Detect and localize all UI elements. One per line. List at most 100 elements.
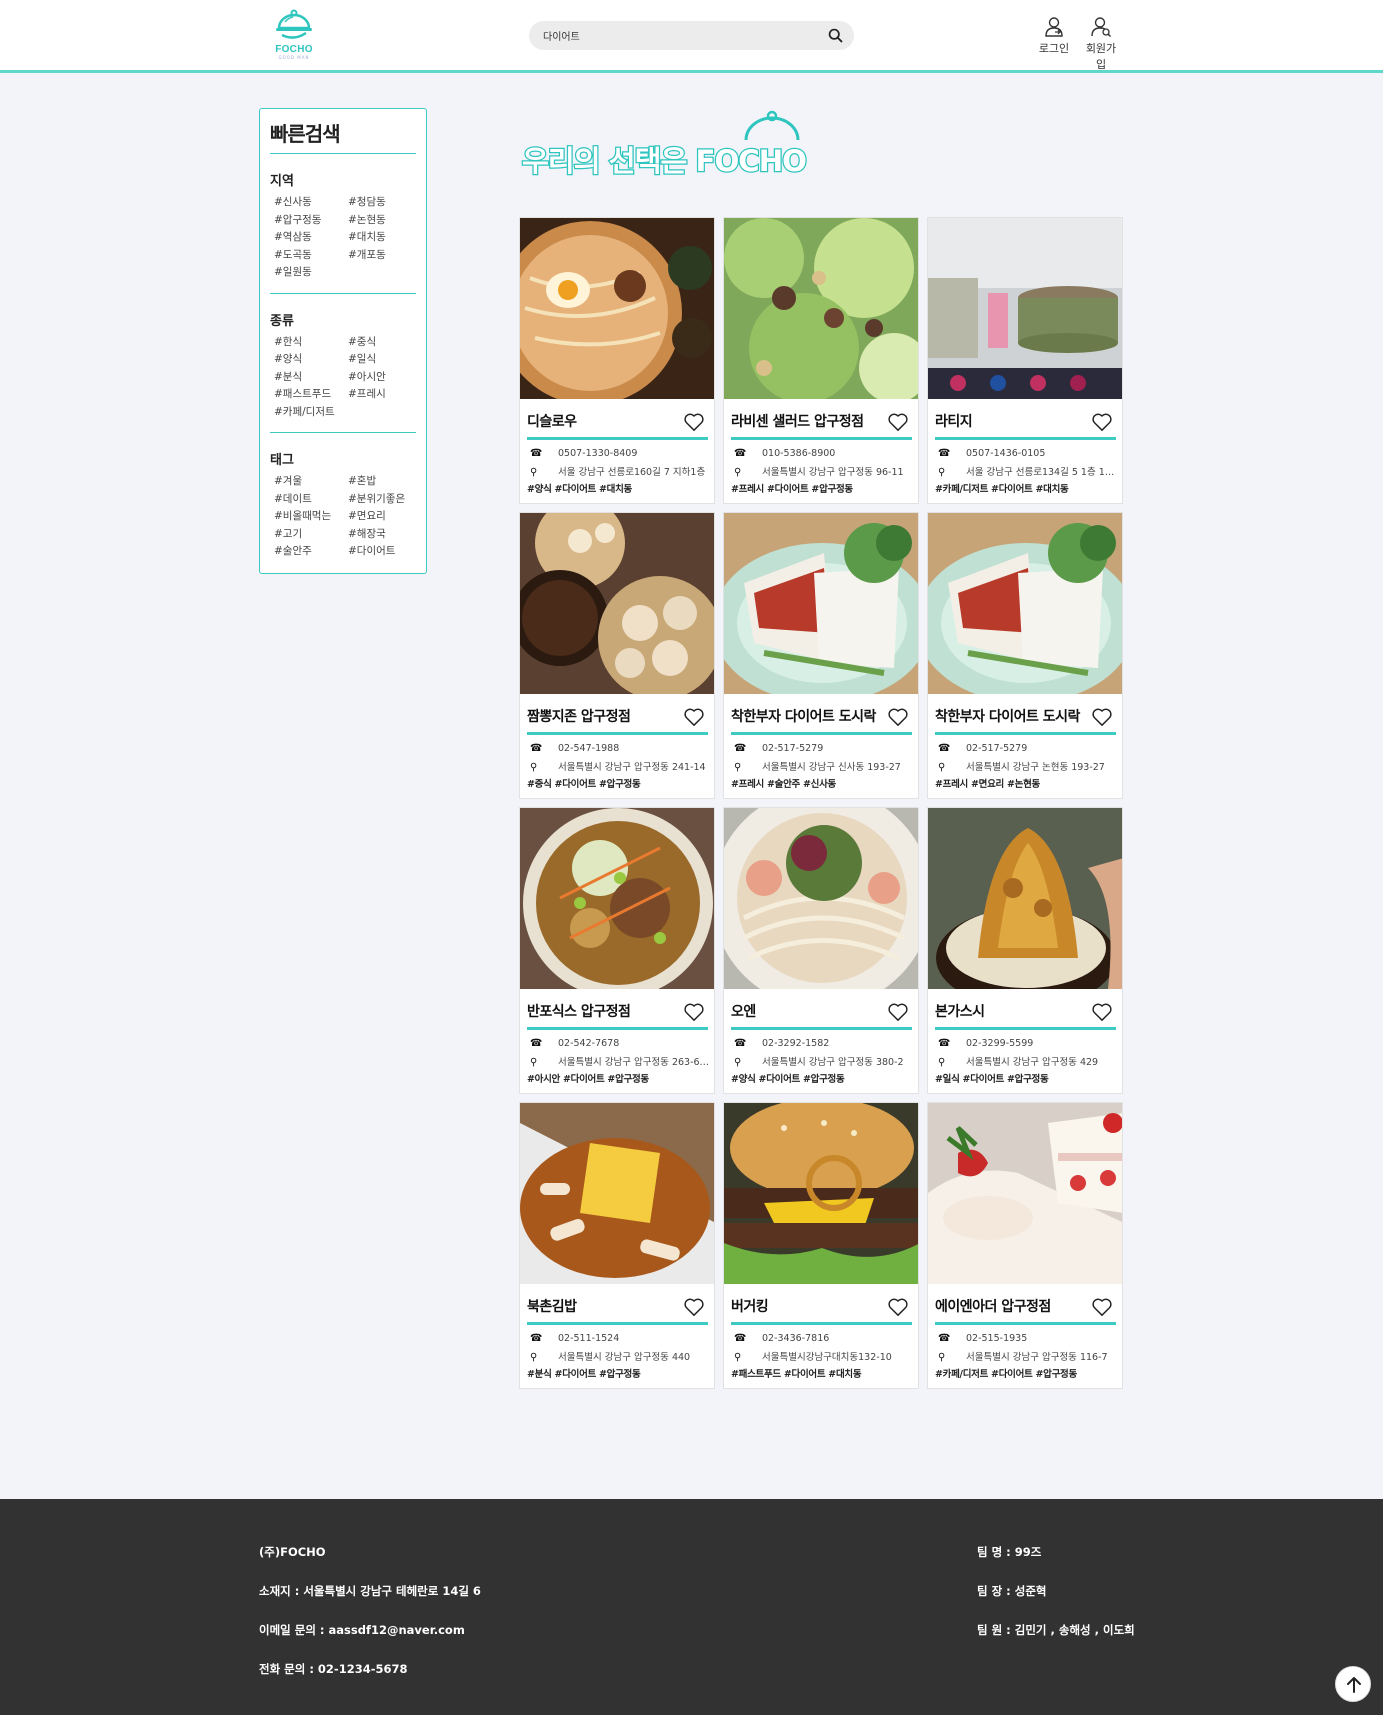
tag-link[interactable]: #다이어트 xyxy=(348,543,422,560)
tag-link[interactable]: #중식 xyxy=(348,334,422,351)
card-divider xyxy=(731,1027,912,1030)
scroll-top-button[interactable] xyxy=(1335,1666,1371,1702)
heart-icon[interactable] xyxy=(683,707,705,727)
restaurant-photo[interactable] xyxy=(724,1103,918,1284)
restaurant-tags: #양식 #다이어트 #대치동 xyxy=(527,484,632,495)
restaurant-name: 버거킹 xyxy=(731,1299,769,1315)
restaurant-card[interactable]: 반포식스 압구정점 ☎ 02-542-7678 ⚲ 서울특별시 강남구 압구정동 2… xyxy=(519,807,715,1094)
restaurant-photo[interactable] xyxy=(928,218,1122,399)
restaurant-address: 서울특별시 강남구 압구정동 241-14 xyxy=(558,762,706,773)
restaurant-phone: 02-3292-1582 xyxy=(762,1038,830,1049)
restaurant-photo[interactable] xyxy=(520,218,714,399)
restaurant-photo[interactable] xyxy=(724,513,918,694)
tag-link[interactable]: #논현동 xyxy=(348,212,422,229)
heart-icon[interactable] xyxy=(1091,1297,1113,1317)
tag-link[interactable]: #개포동 xyxy=(348,247,422,264)
heart-icon[interactable] xyxy=(887,707,909,727)
tag-link[interactable]: #도곡동 xyxy=(274,247,348,264)
tag-link[interactable]: #일원동 xyxy=(274,264,348,281)
tag-link[interactable]: #해장국 xyxy=(348,526,422,543)
restaurant-photo[interactable] xyxy=(928,808,1122,989)
card-divider xyxy=(935,1322,1116,1325)
heart-icon[interactable] xyxy=(683,412,705,432)
tag-link[interactable]: #면요리 xyxy=(348,508,422,525)
restaurant-card[interactable]: 착한부자 다이어트 도시락 ☎ 02-517-5279 ⚲ 서울특별시 강남구 신사… xyxy=(723,512,919,799)
tag-link[interactable]: #청담동 xyxy=(348,194,422,211)
logo-text: FOCHO xyxy=(275,44,313,55)
heart-icon[interactable] xyxy=(887,412,909,432)
restaurant-card[interactable]: 에이엔아더 압구정점 ☎ 02-515-1935 ⚲ 서울특별시 강남구 압구정동 … xyxy=(927,1102,1123,1389)
restaurant-photo[interactable] xyxy=(520,513,714,694)
site-header: FOCHO GOOD MAN 로그인 회원가입 xyxy=(0,0,1383,73)
restaurant-tags: #프레시 #다이어트 #압구정동 xyxy=(731,484,853,495)
group-title: 태그 xyxy=(270,453,294,468)
heart-icon[interactable] xyxy=(683,1002,705,1022)
tag-link[interactable]: #양식 xyxy=(274,351,348,368)
restaurant-tags: #카페/디저트 #다이어트 #압구정동 xyxy=(935,1369,1077,1380)
restaurant-photo[interactable] xyxy=(928,513,1122,694)
phone-icon: ☎ xyxy=(530,1333,543,1344)
tag-link[interactable]: #아시안 xyxy=(348,369,422,386)
tag-link[interactable]: #고기 xyxy=(274,526,348,543)
site-logo[interactable]: FOCHO GOOD MAN xyxy=(270,8,318,66)
restaurant-card[interactable]: 라티지 ☎ 0507-1436-0105 ⚲ 서울 강남구 선릉로134길 5 1층… xyxy=(927,217,1123,504)
restaurant-phone: 02-511-1524 xyxy=(558,1333,620,1344)
restaurant-address: 서울특별시강남구대치동132-10 xyxy=(762,1352,892,1363)
restaurant-phone: 0507-1436-0105 xyxy=(966,448,1046,459)
heart-icon[interactable] xyxy=(1091,1002,1113,1022)
restaurant-name: 라티지 xyxy=(935,414,973,430)
tag-link[interactable]: #역삼동 xyxy=(274,229,348,246)
restaurant-card[interactable]: 본가스시 ☎ 02-3299-5599 ⚲ 서울특별시 강남구 압구정동 429 #… xyxy=(927,807,1123,1094)
footer-team-members: 팀 원 : 김민기 , 송해성 , 이도희 xyxy=(977,1623,1135,1637)
tag-link[interactable]: #술안주 xyxy=(274,543,348,560)
heart-icon[interactable] xyxy=(1091,412,1113,432)
card-divider xyxy=(731,1322,912,1325)
heart-icon[interactable] xyxy=(683,1297,705,1317)
restaurant-tags: #양식 #다이어트 #압구정동 xyxy=(731,1074,845,1085)
restaurant-phone: 0507-1330-8409 xyxy=(558,448,638,459)
restaurant-name: 북촌김밥 xyxy=(527,1299,577,1315)
phone-icon: ☎ xyxy=(734,1038,747,1049)
tag-link[interactable]: #데이트 xyxy=(274,491,348,508)
restaurant-card[interactable]: 버거킹 ☎ 02-3436-7816 ⚲ 서울특별시강남구대치동132-10 #패스… xyxy=(723,1102,919,1389)
tag-link[interactable]: #신사동 xyxy=(274,194,348,211)
restaurant-card[interactable]: 북촌김밥 ☎ 02-511-1524 ⚲ 서울특별시 강남구 압구정동 440 #분… xyxy=(519,1102,715,1389)
heart-icon[interactable] xyxy=(887,1002,909,1022)
tag-link[interactable]: #혼밥 xyxy=(348,473,422,490)
restaurant-tags: #카페/디저트 #다이어트 #대치동 xyxy=(935,484,1069,495)
heart-icon[interactable] xyxy=(1091,707,1113,727)
region-group: 지역 #신사동 #청담동 #압구정동 #논현동 #역삼동 #대치동 #도곡동 #… xyxy=(270,154,416,294)
tag-link[interactable]: #패스트푸드 xyxy=(274,386,348,403)
restaurant-card[interactable]: 오엔 ☎ 02-3292-1582 ⚲ 서울특별시 강남구 압구정동 380-2 #… xyxy=(723,807,919,1094)
restaurant-photo[interactable] xyxy=(520,1103,714,1284)
search-input[interactable] xyxy=(543,21,813,50)
restaurant-card[interactable]: 디슬로우 ☎ 0507-1330-8409 ⚲ 서울 강남구 선릉로160길 7 지… xyxy=(519,217,715,504)
restaurant-card[interactable]: 착한부자 다이어트 도시락 ☎ 02-517-5279 ⚲ 서울특별시 강남구 논현… xyxy=(927,512,1123,799)
cloche-logo-icon xyxy=(276,9,312,39)
tag-link[interactable]: #프레시 xyxy=(348,386,422,403)
tag-link[interactable]: #분식 xyxy=(274,369,348,386)
map-pin-icon: ⚲ xyxy=(938,1057,946,1068)
login-link[interactable]: 로그인 xyxy=(1034,16,1074,56)
tag-link[interactable]: #겨울 xyxy=(274,473,348,490)
tag-link[interactable]: #분위기좋은 xyxy=(348,491,422,508)
signup-link[interactable]: 회원가입 xyxy=(1081,16,1121,72)
restaurant-photo[interactable] xyxy=(928,1103,1122,1284)
restaurant-photo[interactable] xyxy=(724,218,918,399)
restaurant-tags: #일식 #다이어트 #압구정동 xyxy=(935,1074,1049,1085)
footer-address: 소재지 : 서울특별시 강남구 테헤란로 14길 6 xyxy=(259,1584,481,1598)
tag-link[interactable]: #일식 xyxy=(348,351,422,368)
tag-link[interactable]: #대치동 xyxy=(348,229,422,246)
restaurant-card[interactable]: 라비센 샐러드 압구정점 ☎ 010-5386-8900 ⚲ 서울특별시 강남구 압… xyxy=(723,217,919,504)
tag-link[interactable]: #비올때먹는 xyxy=(274,508,348,525)
arrow-up-icon xyxy=(1347,1677,1361,1693)
restaurant-photo[interactable] xyxy=(520,808,714,989)
tag-link[interactable]: #압구정동 xyxy=(274,212,348,229)
restaurant-card[interactable]: 짬뽕지존 압구정점 ☎ 02-547-1988 ⚲ 서울특별시 강남구 압구정동 2… xyxy=(519,512,715,799)
tag-link[interactable]: #카페/디저트 xyxy=(274,404,348,421)
heart-icon[interactable] xyxy=(887,1297,909,1317)
restaurant-name: 착한부자 다이어트 도시락 xyxy=(935,709,1080,725)
tag-link[interactable]: #한식 xyxy=(274,334,348,351)
restaurant-photo[interactable] xyxy=(724,808,918,989)
search-icon[interactable] xyxy=(827,27,844,44)
